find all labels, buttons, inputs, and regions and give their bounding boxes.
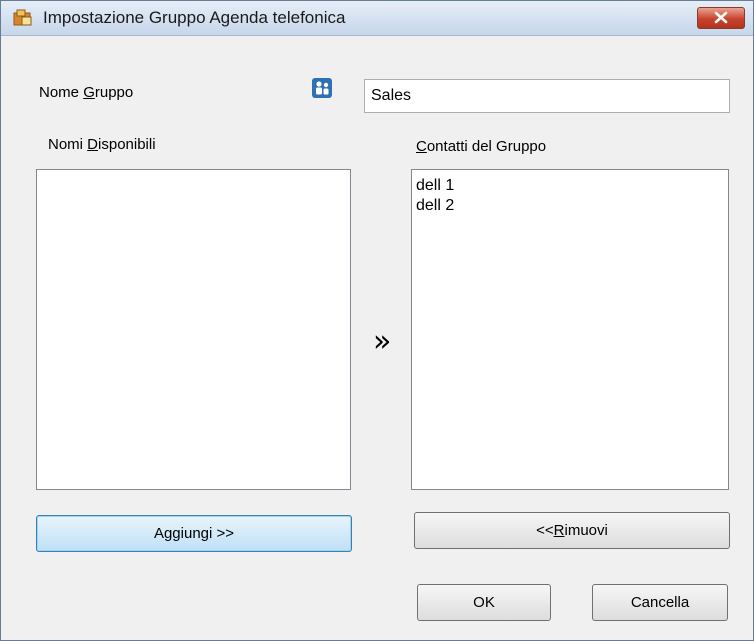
group-name-label: Nome Gruppo: [39, 84, 134, 101]
group-name-input[interactable]: [364, 79, 730, 113]
group-contacts-label: Contatti del Gruppo: [416, 138, 547, 155]
group-contacts-list[interactable]: dell 1 dell 2: [411, 169, 729, 490]
add-button[interactable]: Aggiungi >>: [36, 515, 352, 552]
close-button[interactable]: [697, 7, 745, 29]
available-names-list[interactable]: [36, 169, 351, 490]
close-icon: [714, 11, 728, 24]
list-item[interactable]: dell 2: [412, 196, 728, 216]
transfer-arrow-icon: »: [373, 324, 392, 359]
cancel-button[interactable]: Cancella: [592, 584, 728, 621]
title-bar: Impostazione Gruppo Agenda telefonica: [1, 1, 753, 36]
dialog-window: Impostazione Gruppo Agenda telefonica No…: [0, 0, 754, 641]
phonebook-icon: [13, 9, 33, 27]
ok-button[interactable]: OK: [417, 584, 551, 621]
available-names-label: Nomi Disponibili: [48, 136, 156, 153]
window-title: Impostazione Gruppo Agenda telefonica: [43, 8, 346, 27]
group-people-icon[interactable]: [312, 78, 332, 98]
list-item[interactable]: dell 1: [412, 176, 728, 196]
remove-button[interactable]: << Rimuovi: [414, 512, 730, 549]
